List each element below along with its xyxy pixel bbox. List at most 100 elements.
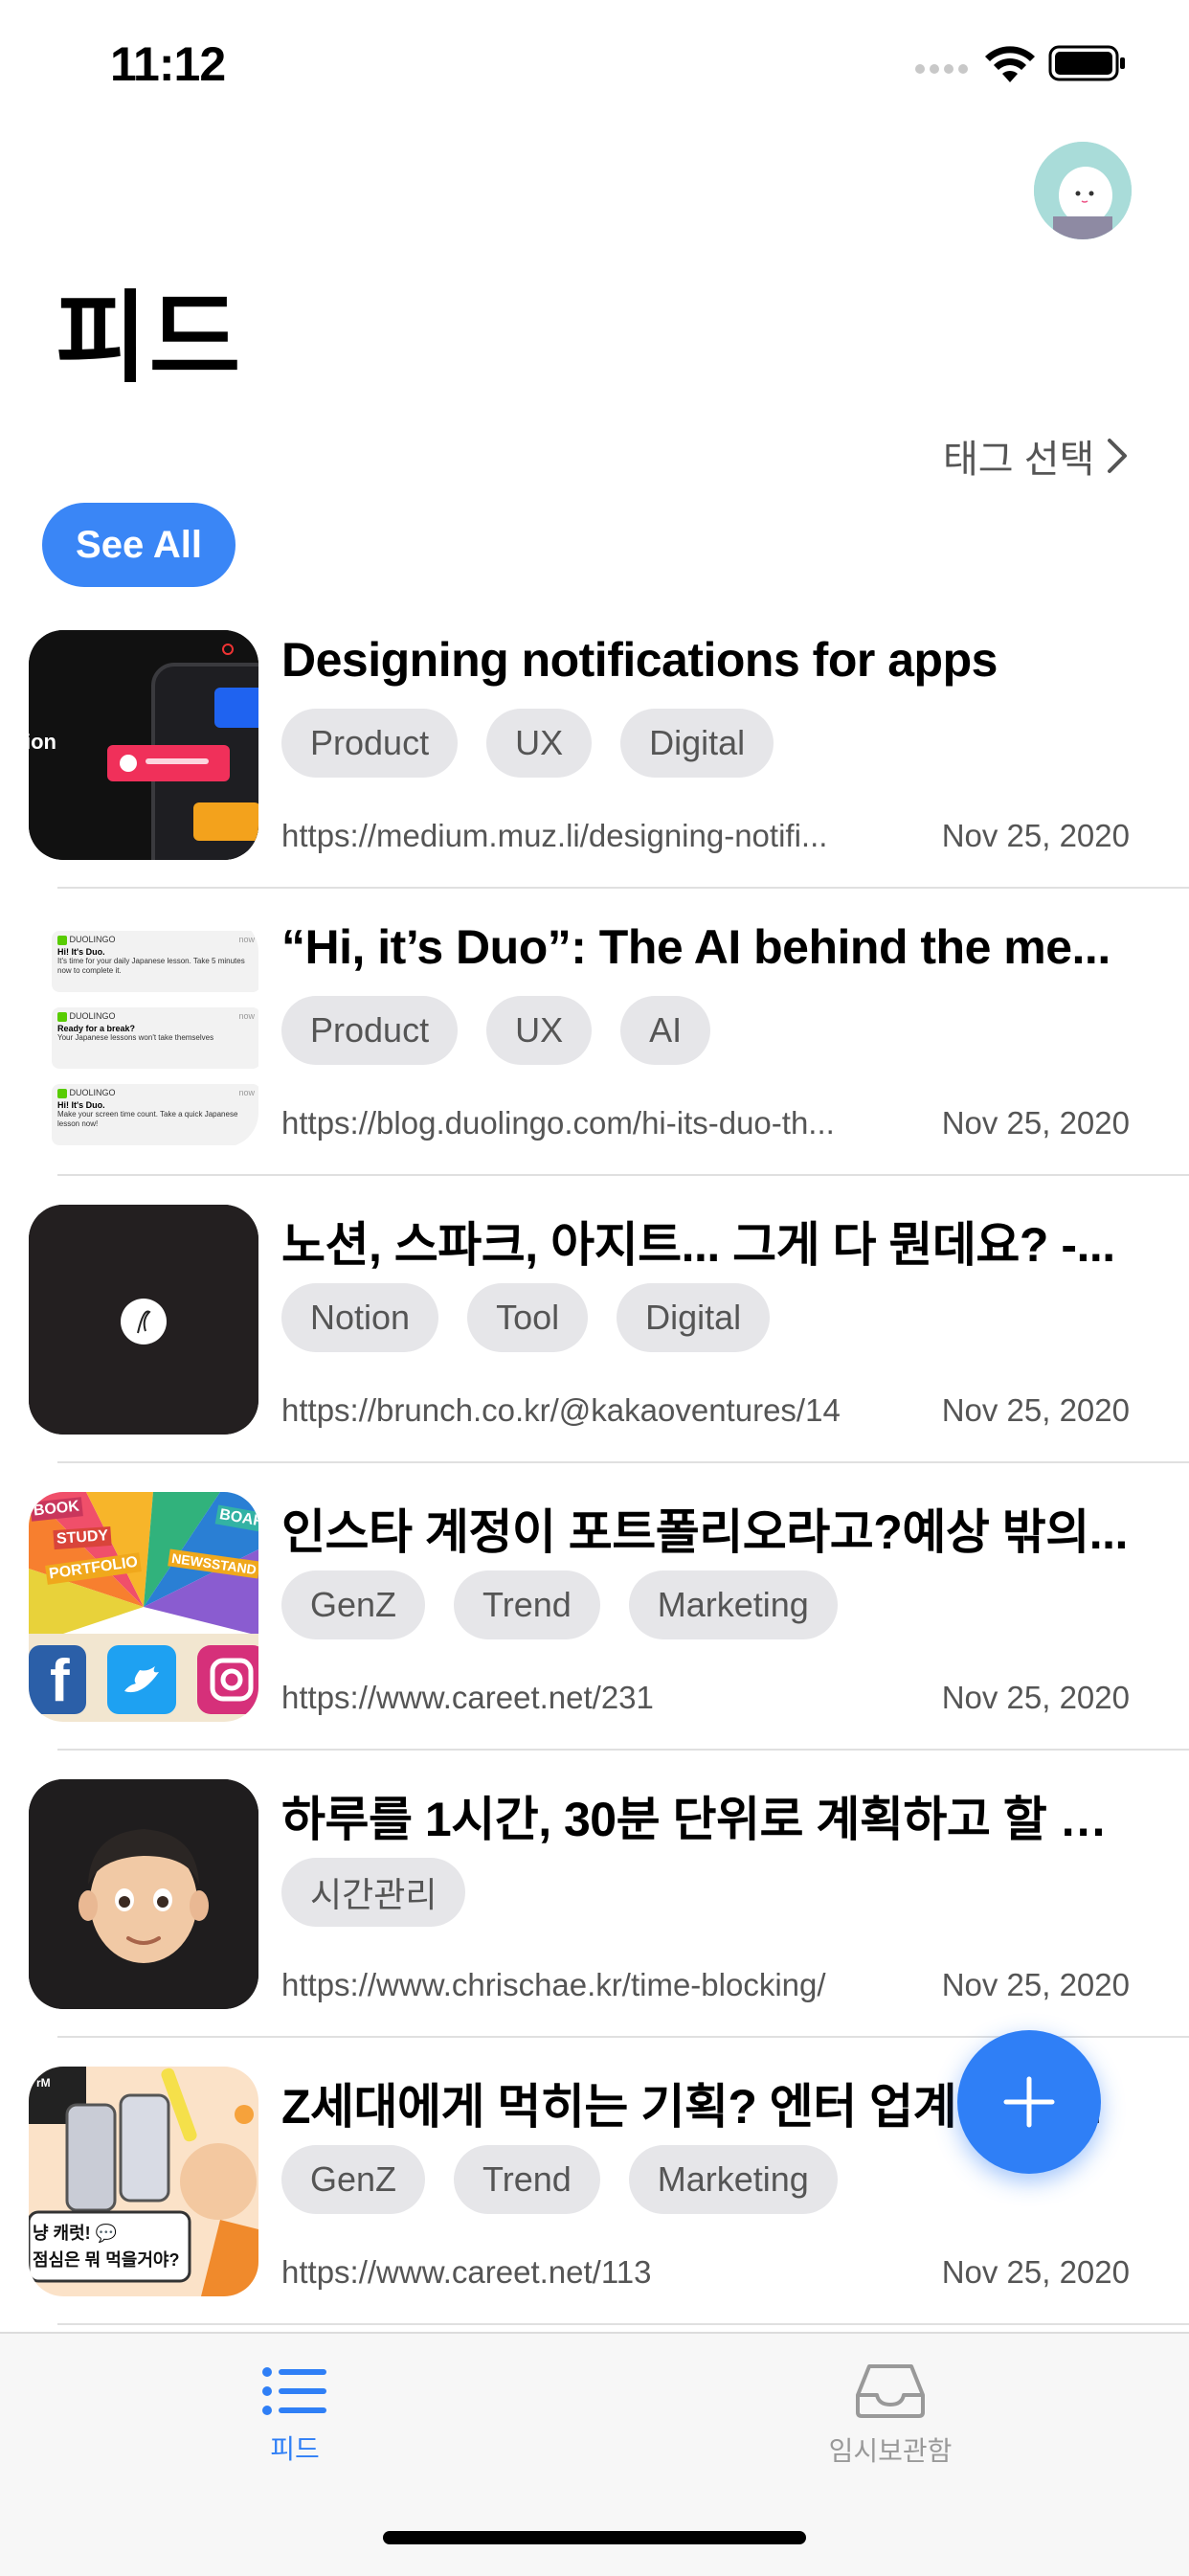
profile-avatar[interactable] (1034, 142, 1132, 239)
article-thumbnail: DUOLINGO now Hi! It's Duo. It's time for… (29, 917, 258, 1147)
thumbnail-caption: 점심은 뭐 먹을거야? (33, 2250, 180, 2270)
divider (57, 1749, 1189, 1751)
battery-icon (1048, 45, 1125, 81)
article-thumbnail (29, 1779, 258, 2009)
divider (57, 887, 1189, 889)
memoji-illustration (29, 1779, 258, 2009)
tag-chip[interactable]: Trend (454, 2145, 600, 2214)
tag-chip[interactable]: 시간관리 (281, 1858, 466, 1927)
article-thumbnail: rM 냥 캐럿! 💬 점심은 뭐 먹을거야? (29, 2067, 258, 2296)
divider (57, 2323, 1189, 2325)
thumbnail-word: STUDY (53, 1525, 112, 1550)
thumbnail-text: ion (29, 730, 56, 754)
notification-brand: DUOLINGO (69, 1088, 116, 1097)
article-date: Nov 25, 2020 (941, 1105, 1130, 1141)
tag-chip[interactable]: GenZ (281, 2145, 426, 2214)
cellular-signal-icon (915, 64, 968, 74)
tag-chip[interactable]: Trend (454, 1570, 600, 1639)
article-url: https://blog.duolingo.com/hi-its-duo-th.… (281, 1105, 835, 1141)
article-url: https://brunch.co.kr/@kakaoventures/14 (281, 1392, 841, 1428)
article-title: 하루를 1시간, 30분 단위로 계획하고 할 일… (281, 1793, 1133, 1846)
thumbnail-caption: 냥 캐럿! 💬 (33, 2224, 118, 2243)
tag-list: Product UX Digital (281, 709, 774, 778)
notification-time: now (238, 935, 255, 944)
tag-select-label: 태그 선택 (943, 439, 1095, 481)
article-title: Designing notifications for apps (281, 633, 998, 687)
article-date: Nov 25, 2020 (941, 1967, 1130, 2002)
article-date: Nov 25, 2020 (941, 1680, 1130, 1715)
tag-list: Product UX AI (281, 996, 711, 1065)
article-thumbnail (29, 1205, 258, 1435)
notification-title: Hi! It's Duo. (57, 946, 105, 957)
tag-chip[interactable]: UX (486, 709, 593, 778)
tag-list: Notion Tool Digital (281, 1283, 771, 1352)
tab-drafts[interactable]: 임시보관함 (747, 2351, 1034, 2495)
notification-time: now (238, 1088, 255, 1097)
article-title: 노션, 스파크, 아지트... 그게 다 뭔데요? -... (281, 1218, 1115, 1272)
duolingo-logo-icon (57, 1011, 67, 1022)
notification-card: DUOLINGO now Hi! It's Duo. It's time for… (52, 931, 258, 992)
home-indicator (383, 2531, 806, 2544)
tag-chip[interactable]: Digital (617, 1283, 771, 1352)
tag-list: GenZ Trend Marketing (281, 2145, 838, 2214)
avatar-illustration (1034, 142, 1132, 239)
notification-brand: DUOLINGO (69, 935, 116, 944)
feed-item[interactable]: 하루를 1시간, 30분 단위로 계획하고 할 일… 시간관리 https://… (0, 1779, 1189, 2067)
tag-chip[interactable]: Digital (620, 709, 774, 778)
article-title: 인스타 계정이 포트폴리오라고?예상 밖의... (281, 1505, 1128, 1559)
add-article-button[interactable] (957, 2030, 1101, 2174)
notification-card: DUOLINGO now Ready for a break? Your Jap… (52, 1007, 258, 1069)
feed-item[interactable]: DUOLINGO now Hi! It's Duo. It's time for… (0, 917, 1189, 1205)
notification-body: It's time for your daily Japanese lesson… (57, 956, 245, 975)
duolingo-logo-icon (57, 1088, 67, 1098)
article-url: https://medium.muz.li/designing-notifi..… (281, 818, 828, 853)
notification-title: Hi! It's Duo. (57, 1099, 105, 1110)
feed-item[interactable]: f BOOK STUDY PORTFOLIO NEWSSTAND BOAR 인스… (0, 1492, 1189, 1779)
article-date: Nov 25, 2020 (941, 1392, 1130, 1428)
tag-chip[interactable]: Tool (467, 1283, 589, 1352)
tag-list: GenZ Trend Marketing (281, 1570, 838, 1639)
page-title: 피드 (56, 283, 243, 395)
article-url: https://www.careet.net/231 (281, 1680, 654, 1715)
chevron-right-icon (1108, 439, 1128, 473)
tab-label: 피드 (270, 2434, 320, 2464)
tag-chip[interactable]: Product (281, 996, 459, 1065)
tag-chip[interactable]: Product (281, 709, 459, 778)
feed-item[interactable]: ion Designing notifications for apps Pro… (0, 630, 1189, 917)
list-icon (262, 2367, 326, 2415)
notification-title: Ready for a break? (57, 1023, 136, 1033)
status-time: 11:12 (110, 37, 226, 91)
tag-chip[interactable]: AI (620, 996, 711, 1065)
tag-chip[interactable]: UX (486, 996, 593, 1065)
notification-card: DUOLINGO now Hi! It's Duo. Make your scr… (52, 1084, 258, 1145)
thumbnail-corner-text: rM (36, 2076, 51, 2090)
article-date: Nov 25, 2020 (941, 2254, 1130, 2290)
tag-select-link[interactable]: 태그 선택 (943, 429, 1129, 483)
duolingo-logo-icon (57, 935, 67, 945)
wifi-icon (985, 46, 1035, 82)
tab-feed[interactable]: 피드 (151, 2351, 438, 2495)
svg-text:f: f (50, 1648, 70, 1714)
article-thumbnail: f BOOK STUDY PORTFOLIO NEWSSTAND BOAR (29, 1492, 258, 1722)
notification-body: Your Japanese lessons won't take themsel… (57, 1032, 214, 1042)
article-date: Nov 25, 2020 (941, 818, 1130, 853)
status-bar: 11:12 (0, 0, 1189, 134)
article-thumbnail: ion (29, 630, 258, 860)
tab-label: 임시보관함 (828, 2436, 953, 2466)
notification-brand: DUOLINGO (69, 1011, 116, 1021)
tag-chip[interactable]: Marketing (628, 2145, 838, 2214)
notification-body: Make your screen time count. Take a quic… (57, 1109, 238, 1128)
article-title: “Hi, it’s Duo”: The AI behind the me... (281, 920, 1110, 974)
notification-time: now (238, 1011, 255, 1021)
tag-chip[interactable]: Marketing (628, 1570, 838, 1639)
plus-icon (1003, 2076, 1055, 2128)
tag-list: 시간관리 (281, 1858, 466, 1927)
divider (57, 1174, 1189, 1176)
article-url: https://www.chrischae.kr/time-blocking/ (281, 1967, 826, 2002)
tag-chip[interactable]: Notion (281, 1283, 439, 1352)
feed-item[interactable]: 노션, 스파크, 아지트... 그게 다 뭔데요? -... Notion To… (0, 1205, 1189, 1492)
divider (57, 1461, 1189, 1463)
see-all-button[interactable]: See All (42, 503, 236, 587)
tag-chip[interactable]: GenZ (281, 1570, 426, 1639)
inbox-tray-icon (856, 2364, 925, 2418)
